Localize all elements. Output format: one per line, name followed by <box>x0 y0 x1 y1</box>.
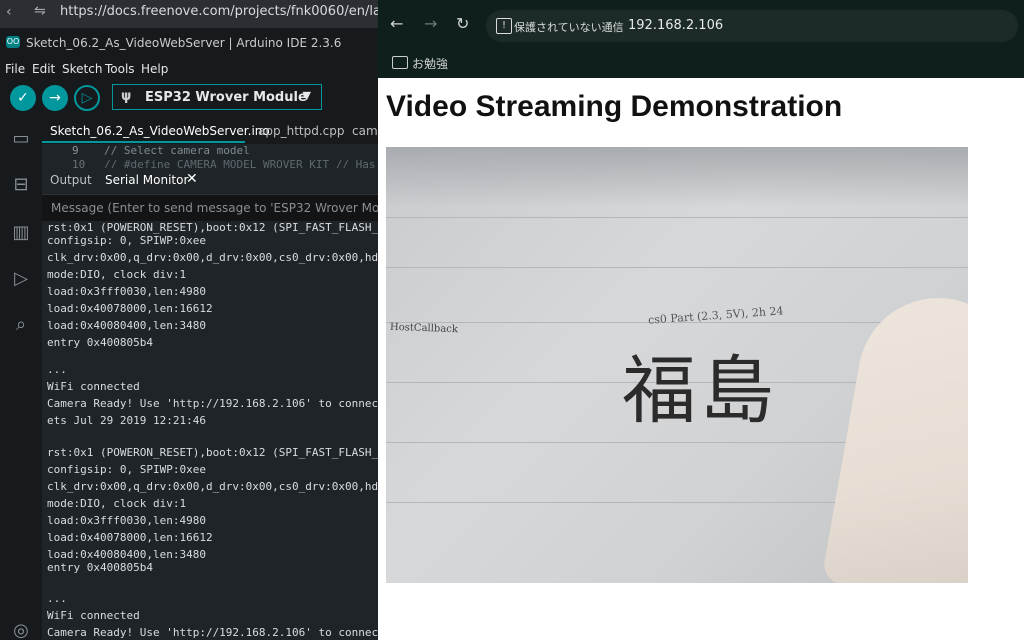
console-line: load:0x3fff0030,len:4980 <box>47 285 206 298</box>
menu-sketch[interactable]: Sketch <box>62 62 102 76</box>
close-icon[interactable]: ✕ <box>186 171 198 187</box>
verify-button[interactable]: ✓ <box>10 85 36 111</box>
bookmark-folder[interactable]: お勉強 <box>412 55 448 72</box>
debug-panel-icon[interactable]: ▷ <box>9 268 33 290</box>
tab-app-httpd[interactable]: app_httpd.cpp <box>258 124 344 138</box>
tab-sketch-ino[interactable]: Sketch_06.2_As_VideoWebServer.ino <box>50 124 270 138</box>
reload-icon[interactable]: ↻ <box>456 14 469 33</box>
check-icon: ✓ <box>17 90 29 106</box>
tab-serial-monitor[interactable]: Serial Monitor <box>105 173 188 187</box>
library-icon[interactable]: ▥ <box>9 222 33 244</box>
console-line: ... <box>47 363 67 376</box>
console-line: rst:0x1 (POWERON_RESET),boot:0x12 (SPI_F… <box>47 221 378 234</box>
browser-window: ← → ↻ ! 保護されていない通信 192.168.2.106 お勉強 Vid… <box>378 0 1024 640</box>
folder-icon[interactable]: ▭ <box>9 128 33 150</box>
debug-button[interactable]: ▷ <box>74 85 100 111</box>
menu-bar: File Edit Sketch Tools Help <box>0 58 378 80</box>
window-title: Sketch_06.2_As_VideoWebServer | Arduino … <box>26 36 342 50</box>
serial-console[interactable]: rst:0x1 (POWERON_RESET),boot:0x12 (SPI_F… <box>42 221 378 640</box>
handwriting-note: HostCallback <box>389 321 459 336</box>
search-icon[interactable]: ⌕ <box>9 314 33 336</box>
usb-icon: ψ <box>121 89 132 104</box>
console-line: load:0x40080400,len:3480 <box>47 319 206 332</box>
security-label[interactable]: 保護されていない通信 <box>514 19 624 35</box>
line-number: 9 <box>72 144 79 157</box>
video-stream: cs0 Part (2.3, 5V), 2h 24 HostCallback 福… <box>386 147 968 583</box>
console-line: load:0x40080400,len:3480 <box>47 548 206 561</box>
background-browser-strip: ‹ ⇋ https://docs.freenove.com/projects/f… <box>0 0 378 28</box>
tab-camera[interactable]: came <box>352 124 378 138</box>
tab-output[interactable]: Output <box>50 173 92 187</box>
arrow-right-icon: → <box>49 90 61 106</box>
background-url[interactable]: https://docs.freenove.com/projects/fnk00… <box>60 4 378 19</box>
console-line: Camera Ready! Use 'http://192.168.2.106'… <box>47 626 378 639</box>
menu-file[interactable]: File <box>5 62 25 76</box>
console-line: mode:DIO, clock div:1 <box>47 268 187 281</box>
address-bar[interactable]: ! 保護されていない通信 192.168.2.106 <box>486 10 1018 42</box>
paper-rule <box>386 217 968 218</box>
console-line: WiFi connected <box>47 609 140 622</box>
menu-help[interactable]: Help <box>141 62 168 76</box>
url-host[interactable]: 192.168.2.106 <box>628 18 723 33</box>
console-line: entry 0x400805b4 <box>47 561 153 574</box>
browser-toolbar: ← → ↻ ! 保護されていない通信 192.168.2.106 <box>378 0 1024 50</box>
back-arrow-icon[interactable]: ‹ <box>6 4 12 20</box>
editor-tabs: Sketch_06.2_As_VideoWebServer.ino app_ht… <box>42 118 378 144</box>
active-tab-indicator <box>42 141 245 143</box>
board-name: ESP32 Wrover Module <box>145 90 307 105</box>
message-placeholder: Message (Enter to send message to 'ESP32… <box>51 201 378 215</box>
console-line: WiFi connected <box>47 380 140 393</box>
forward-icon[interactable]: → <box>424 14 437 33</box>
bookmarks-bar: お勉強 <box>378 50 1024 78</box>
console-line: configsip: 0, SPIWP:0xee <box>47 463 206 476</box>
arduino-ide-window: ‹ ⇋ https://docs.freenove.com/projects/f… <box>0 0 378 640</box>
console-line: clk_drv:0x00,q_drv:0x00,d_drv:0x00,cs0_d… <box>47 251 378 264</box>
console-line: ets Jul 29 2019 12:21:46 <box>47 414 206 427</box>
arduino-logo-icon: OO <box>6 36 20 48</box>
code-editor[interactable]: 9 // Select camera model 10 // #define C… <box>42 144 378 171</box>
page-title: Video Streaming Demonstration <box>386 90 843 123</box>
stream-shadow <box>386 147 968 207</box>
console-line: entry 0x400805b4 <box>47 336 153 349</box>
console-line: rst:0x1 (POWERON_RESET),boot:0x12 (SPI_F… <box>47 446 378 459</box>
menu-edit[interactable]: Edit <box>32 62 55 76</box>
console-line: mode:DIO, clock div:1 <box>47 497 187 510</box>
menu-tools[interactable]: Tools <box>105 62 135 76</box>
console-line: configsip: 0, SPIWP:0xee <box>47 234 206 247</box>
debug-icon: ▷ <box>81 90 93 106</box>
board-manager-icon[interactable]: ⊟ <box>9 174 33 196</box>
finger-in-frame <box>821 285 968 583</box>
console-line: ... <box>47 592 67 605</box>
ide-titlebar: OO Sketch_06.2_As_VideoWebServer | Ardui… <box>0 28 378 58</box>
panel-tabs: Output Serial Monitor ✕ <box>42 168 378 192</box>
serial-message-input[interactable]: Message (Enter to send message to 'ESP32… <box>42 194 378 222</box>
handwriting-note: cs0 Part (2.3, 5V), 2h 24 <box>647 304 784 327</box>
board-selector[interactable]: ψ ESP32 Wrover Module ▼ <box>112 84 322 110</box>
console-line: load:0x3fff0030,len:4980 <box>47 514 206 527</box>
console-line: clk_drv:0x00,q_drv:0x00,d_drv:0x00,cs0_d… <box>47 480 378 493</box>
chevron-down-icon: ▼ <box>302 89 311 102</box>
folder-icon <box>392 56 408 69</box>
warning-icon[interactable]: ! <box>496 18 512 34</box>
activity-sidebar: ▭ ⊟ ▥ ▷ ⌕ ◎ <box>0 118 42 640</box>
code-line: // Select camera model <box>104 144 250 157</box>
back-icon[interactable]: ← <box>390 14 403 33</box>
upload-button[interactable]: → <box>42 85 68 111</box>
site-settings-icon[interactable]: ⇋ <box>34 3 46 19</box>
console-line: load:0x40078000,len:16612 <box>47 531 213 544</box>
handwriting-main: 福島 <box>622 348 778 434</box>
account-icon[interactable]: ◎ <box>9 620 33 640</box>
paper-rule <box>386 267 968 268</box>
console-line: load:0x40078000,len:16612 <box>47 302 213 315</box>
console-line: Camera Ready! Use 'http://192.168.2.106'… <box>47 397 378 410</box>
